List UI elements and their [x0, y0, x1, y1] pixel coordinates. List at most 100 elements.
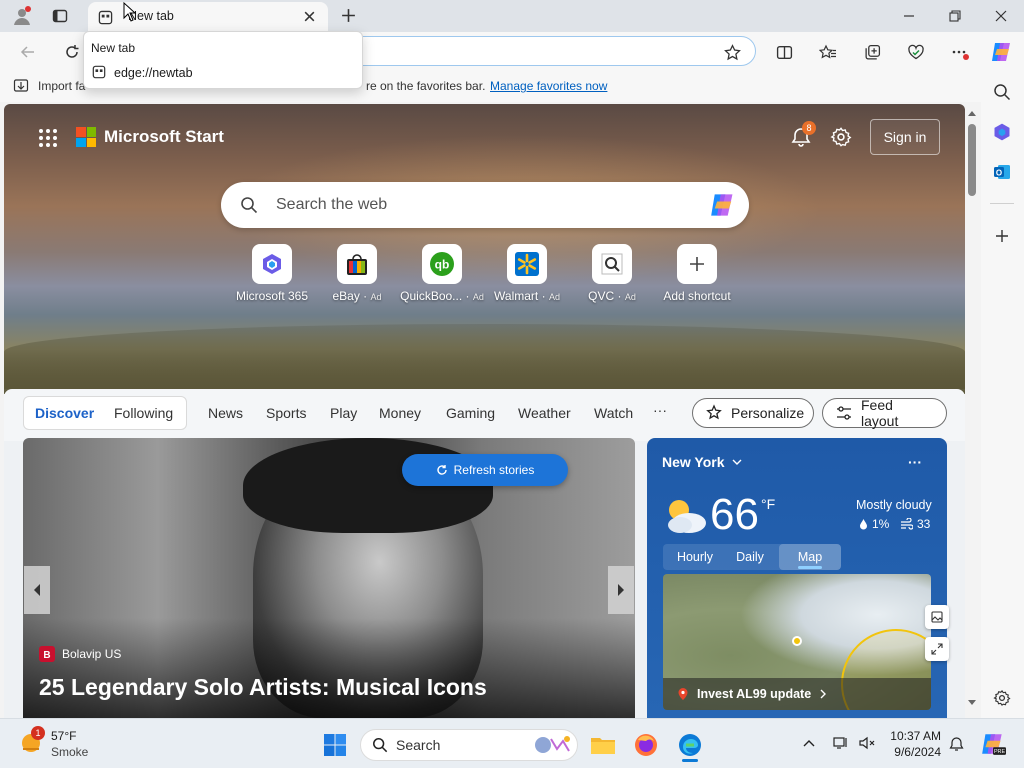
close-tab-icon[interactable]: [303, 10, 316, 23]
copilot-search-icon[interactable]: [708, 192, 738, 218]
network-icon[interactable]: [833, 736, 849, 750]
refresh-stories-label: Refresh stories: [453, 463, 535, 477]
shortcut-ebay[interactable]: eBay · Ad: [312, 244, 402, 303]
tab-discover[interactable]: Discover: [35, 405, 94, 421]
shortcut-quickbooks[interactable]: qb QuickBoo... · Ad: [397, 244, 487, 303]
nav-weather[interactable]: Weather: [518, 405, 571, 421]
weather-tab-hourly[interactable]: Hourly: [666, 544, 724, 570]
feed-layout-button[interactable]: Feed layout: [822, 397, 947, 429]
weather-unit: °F: [761, 496, 776, 512]
shortcut-label: Microsoft 365: [235, 289, 309, 303]
taskbar-weather-icon[interactable]: 1: [18, 726, 45, 755]
sidebar-add-icon[interactable]: [990, 224, 1014, 248]
weather-precip: 1%: [859, 517, 889, 531]
new-tab-button[interactable]: [340, 7, 357, 24]
tab-actions-icon[interactable]: [52, 8, 68, 24]
edge-icon[interactable]: [674, 729, 706, 762]
map-expand-button[interactable]: [925, 637, 949, 661]
microsoft-start-brand[interactable]: Microsoft Start: [76, 127, 224, 147]
favorite-star-icon[interactable]: [718, 40, 746, 64]
story-headline[interactable]: 25 Legendary Solo Artists: Musical Icons: [39, 674, 487, 701]
sign-in-button[interactable]: Sign in: [870, 119, 940, 155]
split-screen-icon[interactable]: [770, 40, 798, 64]
sidebar-outlook-icon[interactable]: O: [990, 160, 1014, 184]
taskbar-search-icon: [372, 737, 388, 753]
weather-tab-daily[interactable]: Daily: [722, 544, 778, 570]
apps-launcher-icon[interactable]: [38, 128, 58, 148]
svg-text:B: B: [43, 650, 50, 661]
tab-tooltip: New tab edge://newtab: [83, 31, 363, 89]
shortcut-qvc[interactable]: QVC · Ad: [567, 244, 657, 303]
newtab-page: Microsoft Start 8 Sign in Search the web…: [4, 104, 965, 718]
tooltip-title: New tab: [91, 41, 136, 55]
newtab-page-icon: [98, 10, 113, 25]
back-button[interactable]: [14, 40, 42, 64]
weather-location[interactable]: New York: [662, 454, 743, 470]
scrollbar-thumb[interactable]: [968, 124, 976, 196]
scroll-down-arrow-icon[interactable]: [968, 700, 976, 706]
weather-wind: 33: [900, 517, 930, 531]
carousel-next-button[interactable]: [608, 566, 634, 614]
notifications-button[interactable]: 8: [790, 121, 816, 148]
close-window-button[interactable]: [978, 0, 1024, 32]
browser-essentials-icon[interactable]: [902, 40, 930, 64]
copilot-icon[interactable]: [988, 40, 1016, 64]
sidebar-copilot-apps-icon[interactable]: [990, 120, 1014, 144]
taskbar-date[interactable]: 9/6/2024: [889, 745, 941, 759]
show-hidden-icons-chevron-up-icon[interactable]: [803, 738, 815, 748]
tab-following[interactable]: Following: [114, 405, 173, 421]
nav-play[interactable]: Play: [330, 405, 357, 421]
nav-more-button[interactable]: ···: [653, 402, 667, 418]
nav-money[interactable]: Money: [379, 405, 421, 421]
sidebar-settings-gear-icon[interactable]: [990, 686, 1014, 710]
personalize-button[interactable]: Personalize: [692, 398, 814, 428]
minimize-button[interactable]: [886, 0, 932, 32]
shortcut-microsoft365[interactable]: Microsoft 365: [227, 244, 317, 303]
restore-button[interactable]: [932, 0, 978, 32]
weather-map[interactable]: Invest AL99 update: [663, 574, 931, 710]
refresh-button[interactable]: [58, 40, 86, 64]
taskbar-weather-badge: 1: [31, 726, 45, 740]
storm-alert-bar[interactable]: Invest AL99 update: [663, 678, 931, 710]
map-snapshot-button[interactable]: [925, 605, 949, 629]
start-button[interactable]: [319, 729, 351, 761]
sidebar-search-icon[interactable]: [990, 80, 1014, 104]
web-search-box[interactable]: Search the web: [221, 182, 749, 228]
file-explorer-icon[interactable]: [587, 729, 619, 761]
chevron-down-icon: [732, 459, 742, 465]
notification-bell-icon[interactable]: [949, 736, 964, 752]
nav-watch[interactable]: Watch: [594, 405, 633, 421]
taskbar-search-label: Search: [396, 737, 441, 753]
shortcut-walmart[interactable]: Walmart · Ad: [482, 244, 572, 303]
page-scrollbar[interactable]: [965, 104, 979, 718]
settings-and-more-icon[interactable]: [946, 40, 974, 64]
volume-muted-icon[interactable]: [859, 736, 875, 750]
svg-text:qb: qb: [435, 258, 450, 272]
weather-temperature: 66: [710, 490, 759, 539]
import-favorites-icon: [13, 78, 29, 93]
nav-news[interactable]: News: [208, 405, 243, 421]
storm-marker: [792, 636, 802, 646]
page-settings-gear-icon[interactable]: [830, 126, 852, 148]
edge-active-indicator: [682, 759, 698, 762]
firefox-icon[interactable]: [630, 729, 662, 761]
refresh-stories-button[interactable]: Refresh stories: [402, 454, 568, 486]
favorites-icon[interactable]: [814, 40, 842, 64]
taskbar-search-box[interactable]: Search: [360, 729, 578, 761]
profile-icon[interactable]: [12, 6, 32, 26]
import-favorites-text: Import fa: [38, 79, 86, 93]
taskbar-time[interactable]: 10:37 AM: [889, 729, 941, 743]
add-shortcut-button[interactable]: Add shortcut: [652, 244, 742, 303]
story-source[interactable]: B Bolavip US: [39, 646, 121, 662]
collections-icon[interactable]: [858, 40, 886, 64]
svg-text:PRE: PRE: [994, 749, 1006, 755]
taskbar-temperature: 57°F: [51, 729, 77, 743]
scroll-up-arrow-icon[interactable]: [968, 110, 976, 116]
weather-more-button[interactable]: ···: [908, 454, 922, 470]
nav-sports[interactable]: Sports: [266, 405, 306, 421]
carousel-prev-button[interactable]: [24, 566, 50, 614]
sliders-icon: [835, 404, 853, 422]
manage-favorites-link[interactable]: Manage favorites now: [490, 79, 607, 93]
nav-gaming[interactable]: Gaming: [446, 405, 495, 421]
copilot-pre-icon[interactable]: PRE: [980, 731, 1006, 757]
